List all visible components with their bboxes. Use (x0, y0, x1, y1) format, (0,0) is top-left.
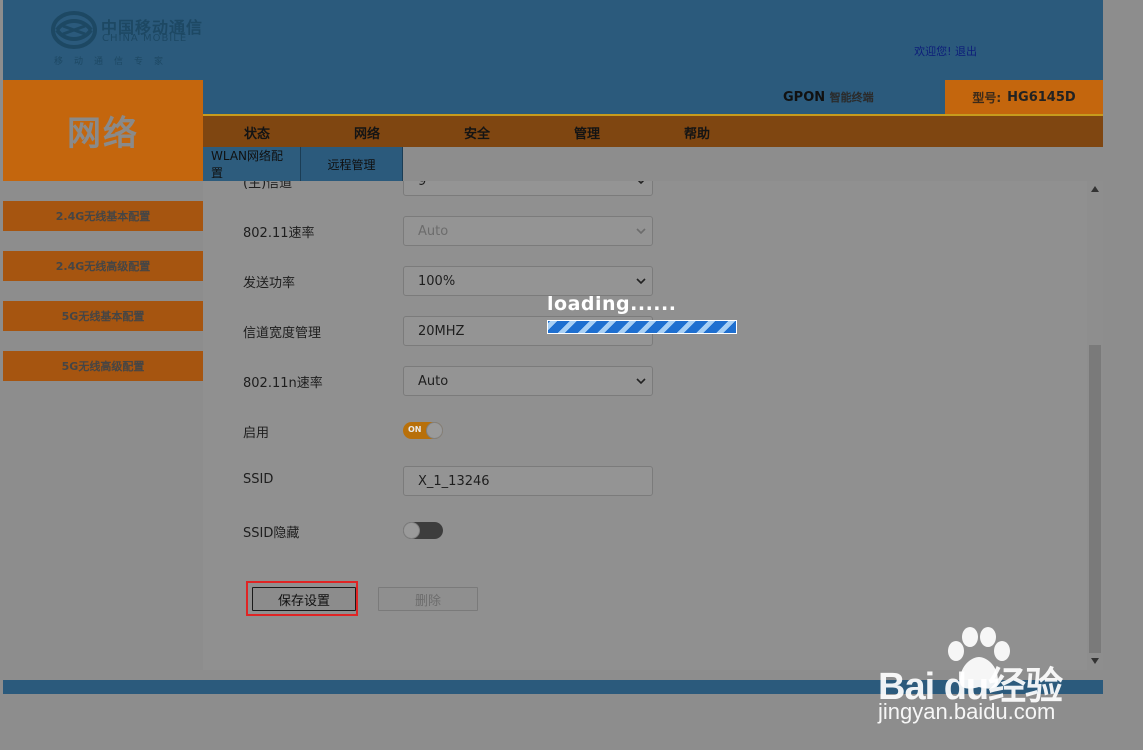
channel-row: (主)信道 9 (243, 181, 663, 196)
loading-progress-bar (547, 320, 737, 334)
ssid-hidden-label: SSID隐藏 (243, 526, 300, 541)
nav-item-network[interactable]: 网络 (354, 123, 380, 142)
ssid-row: SSID X_1_13246 (243, 466, 663, 496)
power-select[interactable]: 100% (403, 266, 653, 296)
n-rate-select[interactable]: Auto (403, 366, 653, 396)
ssid-hidden-row: SSID隐藏 (243, 516, 663, 546)
ssid-input[interactable]: X_1_13246 (403, 466, 653, 496)
toggle-knob (426, 422, 443, 439)
scroll-up-arrow-icon[interactable] (1091, 186, 1099, 192)
header: 中国移动通信 CHINA MOBILE 移动通信专家 欢迎您! 退出 (3, 0, 1103, 80)
nav-item-management[interactable]: 管理 (574, 123, 600, 142)
n-rate-value: Auto (418, 373, 449, 389)
logo-english-text: CHINA MOBILE (102, 33, 188, 44)
save-button[interactable]: 保存设置 (252, 587, 356, 611)
product-name: GPON 智能终端 (783, 89, 874, 105)
ssid-hidden-toggle[interactable] (403, 522, 443, 539)
chevron-down-icon (636, 228, 646, 235)
nav-item-status[interactable]: 状态 (244, 123, 270, 142)
loading-text: loading...... (547, 293, 677, 315)
chevron-down-icon (637, 181, 645, 185)
channel-label: (主)信道 (243, 181, 293, 191)
welcome-link[interactable]: 欢迎您! (914, 45, 951, 58)
tab-remote-management[interactable]: 远程管理 (301, 147, 403, 181)
user-links: 欢迎您! 退出 (914, 43, 977, 59)
product-bar: GPON 智能终端 型号: HG6145D (203, 80, 1103, 114)
enable-label: 启用 (243, 426, 270, 441)
scrollbar-thumb[interactable] (1089, 345, 1101, 653)
toggle-knob (403, 522, 420, 539)
logo-slogan: 移动通信专家 (54, 57, 175, 67)
rate-select[interactable]: Auto (403, 216, 653, 246)
sidebar-item-5g-advanced[interactable]: 5G无线高级配置 (3, 351, 203, 381)
enable-row: 启用 ON (243, 416, 663, 446)
rate-value: Auto (418, 223, 449, 239)
rate-row: 802.11速率 Auto (243, 216, 663, 246)
product-name-suffix: 智能终端 (829, 91, 874, 104)
section-title: 网络 (3, 80, 203, 181)
china-mobile-logo-icon (51, 11, 97, 49)
sidebar-item-24g-basic[interactable]: 2.4G无线基本配置 (3, 201, 203, 231)
model-value: HG6145D (1007, 89, 1076, 105)
power-label: 发送功率 (243, 276, 296, 291)
enable-toggle-state: ON (408, 425, 422, 434)
ssid-value: X_1_13246 (418, 473, 490, 489)
nav-item-security[interactable]: 安全 (464, 123, 490, 142)
settings-content: (主)信道 9 802.11速率 Auto 发送功率 100% 信道宽度管理 2… (203, 181, 1087, 670)
model-box: 型号: HG6145D (945, 80, 1103, 114)
channel-value: 9 (418, 181, 427, 189)
left-menu: 2.4G无线基本配置 2.4G无线高级配置 5G无线基本配置 5G无线高级配置 (3, 201, 203, 401)
section-title-text: 网络 (67, 114, 139, 154)
chevron-down-icon (636, 278, 646, 285)
rate-label: 802.11速率 (243, 226, 315, 241)
power-row: 发送功率 100% (243, 266, 663, 296)
channel-select[interactable]: 9 (403, 181, 653, 196)
china-mobile-logo: 中国移动通信 CHINA MOBILE 移动通信专家 (51, 10, 221, 68)
chevron-down-icon (636, 378, 646, 385)
logout-link[interactable]: 退出 (955, 45, 977, 58)
watermark-url: jingyan.baidu.com (878, 699, 1056, 724)
product-name-text: GPON (783, 90, 826, 105)
nav-item-help[interactable]: 帮助 (684, 123, 710, 142)
tab-wlan-config[interactable]: WLAN网络配置 (203, 147, 301, 181)
sidebar-item-5g-basic[interactable]: 5G无线基本配置 (3, 301, 203, 331)
enable-toggle[interactable]: ON (403, 422, 443, 439)
baidu-jingyan-watermark: Bai du经验 jingyan.baidu.com (876, 625, 1106, 730)
bandwidth-label: 信道宽度管理 (243, 326, 322, 341)
main-nav: 状态 网络 安全 管理 帮助 (203, 114, 1103, 147)
delete-button[interactable]: 删除 (378, 587, 478, 611)
ssid-label: SSID (243, 472, 274, 487)
sub-tabs: WLAN网络配置 远程管理 (203, 147, 403, 181)
power-value: 100% (418, 273, 456, 289)
sidebar-item-24g-advanced[interactable]: 2.4G无线高级配置 (3, 251, 203, 281)
bandwidth-value: 20MHZ (418, 323, 465, 339)
n-rate-row: 802.11n速率 Auto (243, 366, 663, 396)
n-rate-label: 802.11n速率 (243, 376, 323, 391)
model-label: 型号: (972, 90, 1002, 105)
